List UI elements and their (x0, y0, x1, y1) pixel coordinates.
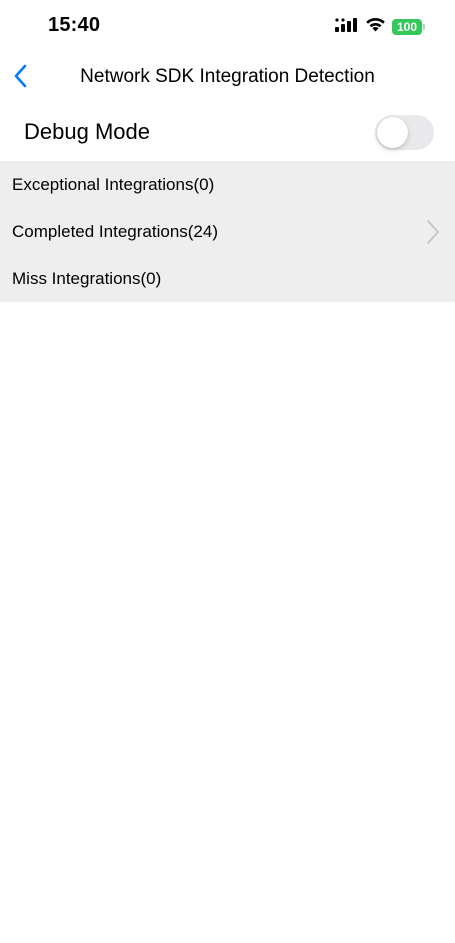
cellular-signal-icon (335, 17, 359, 37)
list-item-label: Exceptional Integrations(0) (12, 175, 215, 194)
chevron-right-icon (425, 219, 441, 245)
integration-list: Exceptional Integrations(0) Completed In… (0, 161, 455, 302)
battery-nub (423, 24, 425, 30)
battery-icon: 100 (392, 19, 425, 35)
list-item-label: Miss Integrations(0) (12, 269, 162, 288)
debug-mode-label: Debug Mode (24, 119, 150, 144)
wifi-icon (365, 17, 386, 37)
list-item-completed-integrations[interactable]: Completed Integrations(24) (0, 208, 455, 255)
list-item-label: Completed Integrations(24) (12, 222, 219, 241)
list-item-miss-integrations[interactable]: Miss Integrations(0) (0, 255, 455, 302)
navigation-bar: Network SDK Integration Detection (0, 54, 455, 102)
status-bar: 15:40 100 (0, 0, 455, 54)
debug-mode-toggle[interactable] (375, 115, 434, 150)
list-item-exceptional-integrations[interactable]: Exceptional Integrations(0) (0, 161, 455, 208)
debug-mode-row: Debug Mode (0, 104, 455, 161)
page-title: Network SDK Integration Detection (80, 66, 375, 87)
status-time: 15:40 (48, 14, 101, 36)
toggle-knob (377, 117, 408, 148)
battery-level: 100 (392, 19, 422, 35)
status-icons: 100 (335, 17, 425, 37)
screen: 15:40 100 Network SDK Integration Detect… (0, 0, 455, 943)
